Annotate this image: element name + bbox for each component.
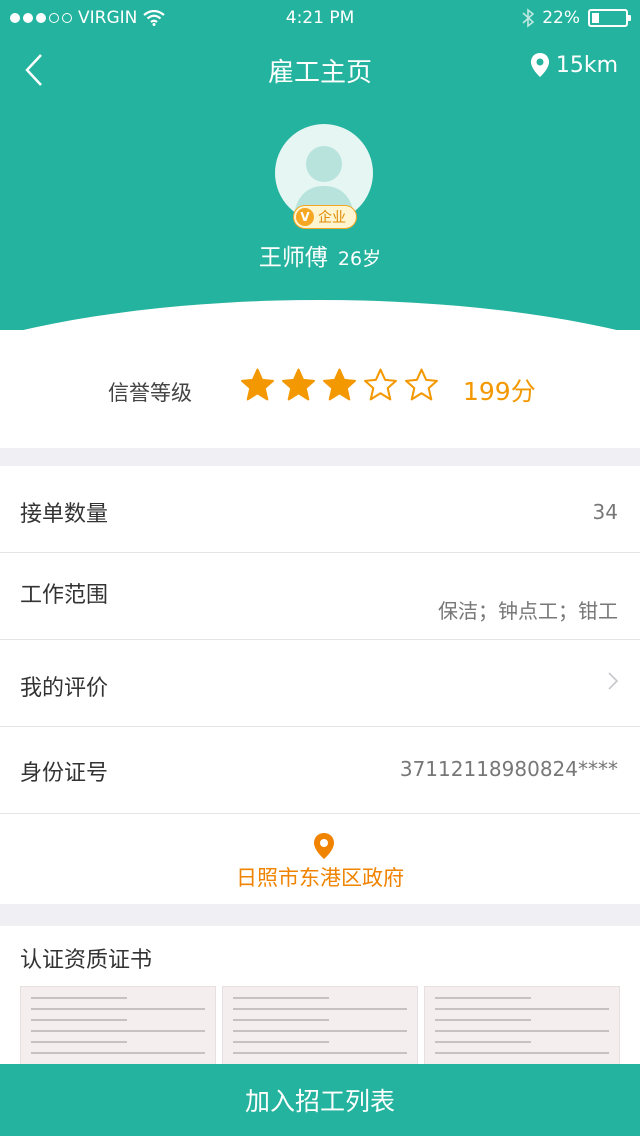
battery-percent: 22%	[542, 8, 580, 28]
certificates-title: 认证资质证书	[20, 948, 153, 973]
star-empty-icon	[364, 368, 397, 401]
user-age: 26岁	[337, 248, 382, 270]
row-value: 保洁；钟点工；钳工	[438, 599, 618, 623]
address-text: 日照市东港区政府	[236, 866, 404, 890]
location-pin-icon	[314, 833, 334, 859]
profile-header: VIRGIN 4:21 PM 22% 雇工主页 15km V 企业 王师傅 26…	[0, 0, 640, 340]
bluetooth-icon	[522, 8, 535, 28]
info-list: 接单数量 34 工作范围 保洁；钟点工；钳工 我的评价 身份证号 3711211…	[0, 466, 640, 904]
star-filled-icon	[282, 368, 315, 401]
row-value: 37112118980824****	[399, 757, 618, 781]
address-link[interactable]: 日照市东港区政府	[0, 814, 640, 904]
chevron-right-icon	[608, 672, 618, 690]
status-bar: VIRGIN 4:21 PM 22%	[0, 0, 640, 36]
row-order-count: 接单数量 34	[0, 466, 640, 553]
row-label: 工作范围	[20, 583, 109, 608]
credit-label: 信誉等级	[108, 381, 192, 405]
distance-indicator: 15km	[530, 52, 618, 78]
name-row: 王师傅 26岁	[0, 238, 640, 272]
add-to-recruit-list-button[interactable]: 加入招工列表	[0, 1064, 640, 1136]
status-right: 22%	[522, 8, 631, 28]
credit-section: 信誉等级 199分	[0, 330, 640, 448]
credit-score: 199分	[463, 377, 536, 406]
credit-stars	[240, 368, 439, 401]
enterprise-badge: V 企业	[293, 205, 357, 229]
bottom-button-label: 加入招工列表	[244, 1087, 395, 1116]
row-my-reviews[interactable]: 我的评价	[0, 640, 640, 727]
battery-icon	[588, 9, 631, 27]
user-name: 王师傅	[258, 245, 328, 271]
row-value: 34	[592, 500, 618, 524]
verified-v-icon: V	[296, 208, 314, 226]
row-label: 接单数量	[20, 502, 109, 527]
star-filled-icon	[323, 368, 356, 401]
row-id-number: 身份证号 37112118980824****	[0, 727, 640, 814]
row-label: 身份证号	[20, 761, 109, 786]
star-filled-icon	[241, 368, 274, 401]
nav-bar: 雇工主页 15km	[0, 40, 640, 100]
star-empty-icon	[405, 368, 438, 401]
location-pin-icon	[530, 53, 549, 77]
row-work-scope: 工作范围 保洁；钟点工；钳工	[0, 553, 640, 640]
row-label: 我的评价	[20, 676, 109, 701]
distance-text: 15km	[555, 52, 618, 78]
badge-text: 企业	[318, 210, 346, 226]
